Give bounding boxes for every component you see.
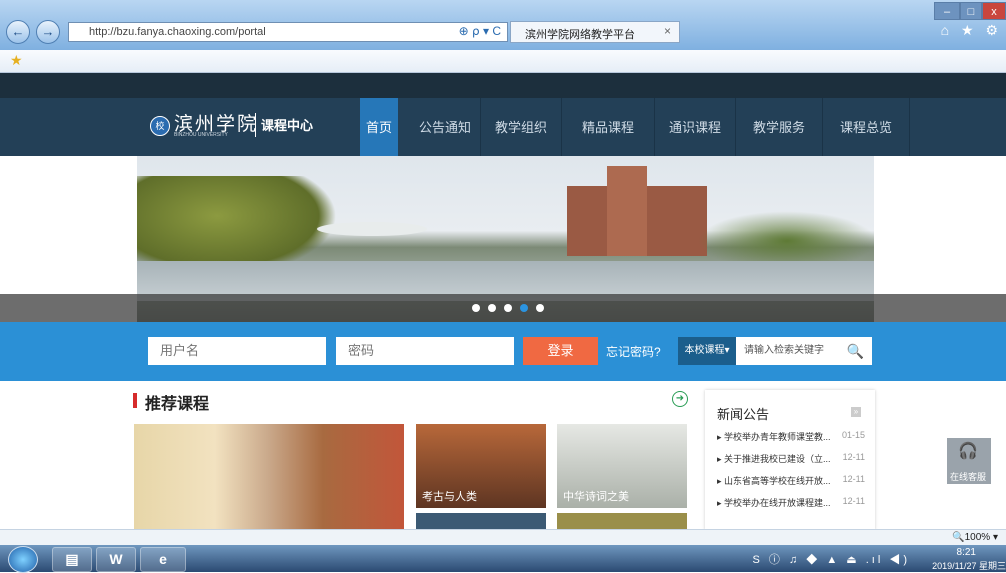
password-input[interactable] [336,337,514,365]
news-item[interactable]: ▸ 关于推进我校已建设（立... 12-11 [717,452,869,474]
clock-time[interactable]: 8:21 [957,547,976,558]
favorites-star-icon[interactable]: ★ [10,52,23,69]
address-url: http://bzu.fanya.chaoxing.com/portal [89,26,266,38]
banner-pavilion [317,222,427,236]
headset-icon: 🎧 [958,443,978,460]
tab-title: 滨州学院网络教学平台 [525,29,635,41]
course-card[interactable] [134,424,404,529]
news-more-icon[interactable]: » [851,407,861,417]
recommended-title: 推荐课程 [145,396,210,413]
forward-button[interactable]: → [36,20,60,44]
news-item-date: 12-11 [842,496,865,506]
course-card[interactable]: 考古与人类 [416,424,546,508]
explorer-taskbar-icon[interactable]: ▤ [52,547,92,572]
word-taskbar-icon[interactable]: W [96,547,136,572]
university-seal-icon: 校 [150,116,170,136]
search-input[interactable]: 请输入检索关键字 [744,337,824,365]
course-card[interactable] [416,513,546,529]
nav-course-overview[interactable]: 课程总览 [823,98,909,156]
zoom-level[interactable]: 🔍100% ▾ [952,532,998,543]
logo-divider [255,113,256,137]
nav-home[interactable]: 首页 [360,98,398,156]
news-item-text: ▸ 学校举办青年教师课堂教... [717,432,831,442]
tab-close-icon[interactable]: × [664,24,671,38]
address-icons[interactable]: ⊕ ⍴ ▾ C [459,24,501,38]
username-input[interactable] [148,337,326,365]
carousel-dot[interactable] [472,304,480,312]
online-service-widget[interactable]: 🎧 在线客服 [947,438,991,484]
login-bar: 登录 忘记密码? 本校课程▾ 请输入检索关键字 🔍 [0,322,1006,381]
news-title: 新闻公告 [717,407,770,422]
online-service-label: 在线客服 [950,472,987,482]
news-panel: 新闻公告 » ▸ 学校举办青年教师课堂教... 01-15 ▸ 关于推进我校已建… [705,390,875,529]
close-window-button[interactable]: x [982,2,1006,20]
course-label: 中华诗词之美 [563,491,629,503]
news-item-date: 01-15 [841,430,865,440]
carousel-indicator-bar [0,294,1006,322]
login-button[interactable]: 登录 [523,337,598,365]
course-label: 考古与人类 [422,491,477,503]
course-card[interactable]: 中华诗词之美 [557,424,687,508]
clock-date[interactable]: 2019/11/27 星期三 [932,559,1006,572]
search-scope-dropdown[interactable]: 本校课程▾ [678,337,736,365]
forgot-password-link[interactable]: 忘记密码? [606,343,661,360]
carousel-dot[interactable] [504,304,512,312]
browser-tab[interactable]: 滨州学院网络教学平台 × [510,21,680,43]
maximize-icon: □ [967,6,975,18]
ie-taskbar-icon[interactable]: e [140,547,186,572]
system-tray-icons[interactable]: S ⓘ ♫ ◆ ▲ ⏏ .ıl ◀) [753,551,910,567]
logo-center-label: 课程中心 [261,118,314,133]
nav-quality-courses[interactable]: 精品课程 [562,98,654,156]
search-icon[interactable]: 🔍 [847,343,864,360]
start-button[interactable] [8,546,38,573]
browser-controls-icons[interactable]: ⌂ ★ ⚙ [941,22,1002,39]
news-item-text: ▸ 学校举办在线开放课程建... [717,498,831,508]
back-arrow-icon: ← [11,24,25,39]
news-item-text: ▸ 山东省高等学校在线开放... [717,476,831,486]
news-item[interactable]: ▸ 学校举办青年教师课堂教... 01-15 [717,430,869,452]
nav-separator [909,98,910,156]
nav-teaching-org[interactable]: 教学组织 [481,98,561,156]
top-strip [0,73,1006,98]
news-item-date: 12-11 [842,474,865,484]
course-search: 本校课程▾ 请输入检索关键字 🔍 [678,337,872,365]
main-navbar: 校 滨州学院 BINZHOU UNIVERSITY 课程中心 首页 公告通知 教… [0,98,1006,156]
nav-general-courses[interactable]: 通识课程 [655,98,735,156]
favorites-bar: ★ [0,50,1006,73]
more-arrow-icon[interactable]: ➜ [672,391,688,407]
news-item-date: 12-11 [842,452,865,462]
news-item[interactable]: ▸ 山东省高等学校在线开放... 12-11 [717,474,869,496]
page-viewport: 校 滨州学院 BINZHOU UNIVERSITY 课程中心 首页 公告通知 教… [0,73,1006,529]
browser-statusbar: 🔍100% ▾ [0,529,1006,546]
news-item-text: ▸ 关于推进我校已建设（立... [717,454,831,464]
carousel-dot[interactable] [488,304,496,312]
back-button[interactable]: ← [6,20,30,44]
carousel-dot-active[interactable] [520,304,528,312]
course-card[interactable] [557,513,687,529]
browser-titlebar: ← → http://bzu.fanya.chaoxing.com/portal… [0,0,1006,50]
nav-teaching-services[interactable]: 教学服务 [736,98,822,156]
maximize-button[interactable]: □ [960,2,982,20]
nav-announcements[interactable]: 公告通知 [410,98,480,156]
section-marker [133,393,137,408]
logo-subtitle: BINZHOU UNIVERSITY [174,132,228,138]
close-icon: x [991,6,997,18]
site-logo[interactable]: 校 滨州学院 BINZHOU UNIVERSITY 课程中心 [150,110,320,144]
banner-tower [607,166,647,256]
minimize-button[interactable]: – [934,2,960,20]
news-item[interactable]: ▸ 学校举办在线开放课程建... 12-11 [717,496,869,518]
address-bar[interactable]: http://bzu.fanya.chaoxing.com/portal ⊕ ⍴… [68,22,508,42]
carousel-dot[interactable] [536,304,544,312]
forward-arrow-icon: → [41,24,55,39]
windows-taskbar: ▤ W e S ⓘ ♫ ◆ ▲ ⏏ .ıl ◀) 8:21 2019/11/27… [0,545,1006,573]
minimize-icon: – [943,6,951,18]
